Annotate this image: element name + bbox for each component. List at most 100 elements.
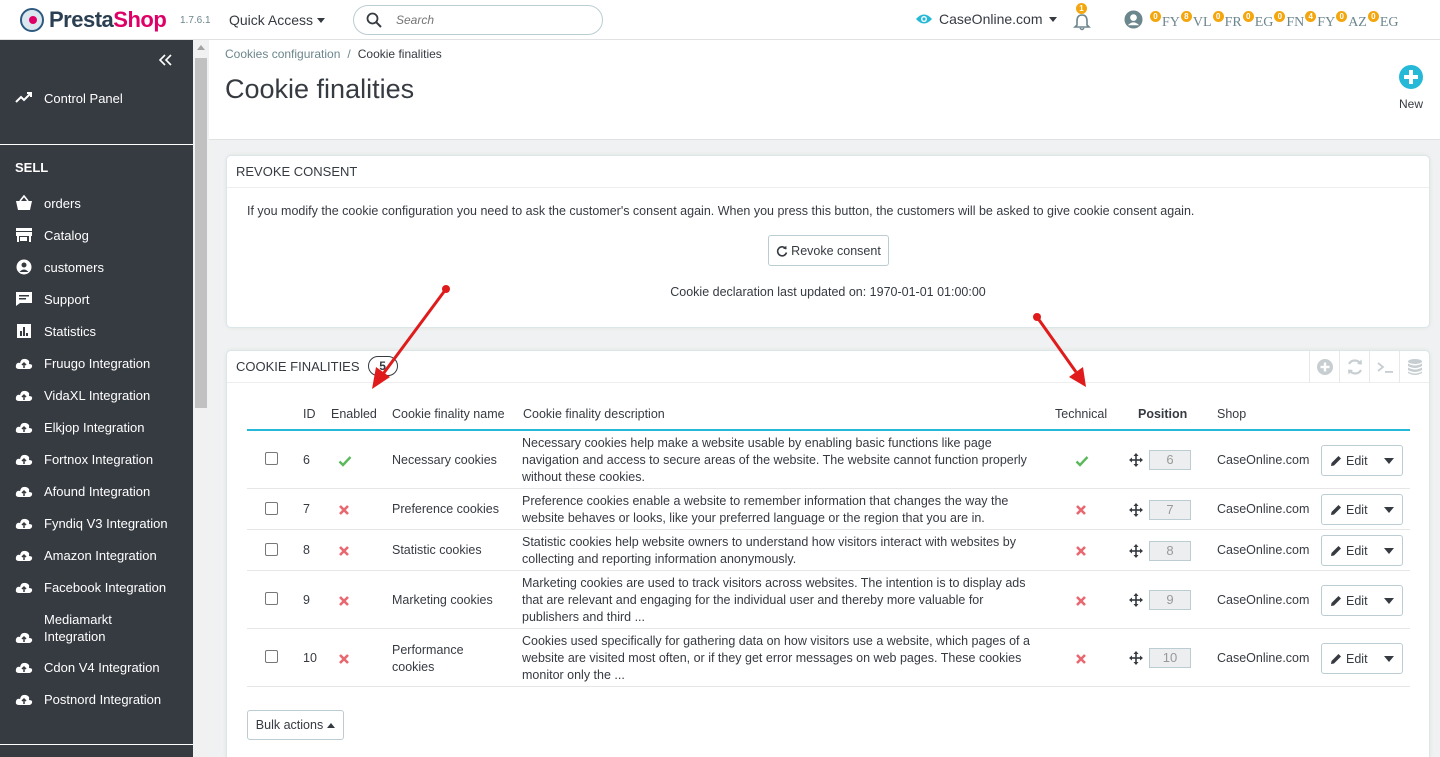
revoke-consent-panel: REVOKE CONSENT If you modify the cookie … xyxy=(226,155,1430,328)
search-input[interactable] xyxy=(396,13,576,27)
row-shop: CaseOnline.com xyxy=(1217,593,1310,607)
sidebar-item-amazon[interactable]: Amazon Integration xyxy=(15,547,157,563)
search-box[interactable] xyxy=(353,5,603,35)
refresh-list-tool[interactable] xyxy=(1339,351,1369,383)
scroll-up-arrow-icon[interactable] xyxy=(197,45,205,50)
prestashop-logo[interactable]: PrestaShop xyxy=(20,7,167,33)
position-value: 7 xyxy=(1149,500,1191,520)
position-value: 6 xyxy=(1149,450,1191,470)
order-counter[interactable]: 0 FN xyxy=(1274,11,1304,31)
column-header-shop[interactable]: Shop xyxy=(1217,407,1246,421)
sidebar-item-fyndiq[interactable]: Fyndiq V3 Integration xyxy=(15,515,168,531)
edit-button[interactable]: Edit xyxy=(1322,594,1376,608)
bulk-actions-label: Bulk actions xyxy=(255,718,324,732)
drag-handle-icon[interactable] xyxy=(1129,503,1143,517)
row-actions-dropdown[interactable] xyxy=(1376,506,1402,513)
sidebar-item-support[interactable]: Support xyxy=(15,291,90,307)
row-name: Performance cookies xyxy=(392,643,464,674)
sidebar-item-customers[interactable]: customers xyxy=(15,259,104,275)
sidebar-item-label: Catalog xyxy=(44,227,89,243)
row-name: Preference cookies xyxy=(392,502,500,516)
sidebar-item-statistics[interactable]: Statistics xyxy=(15,323,96,339)
sidebar-item-fortnox[interactable]: Fortnox Integration xyxy=(15,451,153,467)
drag-handle-icon[interactable] xyxy=(1129,651,1143,665)
row-actions-dropdown[interactable] xyxy=(1376,597,1402,604)
drag-handle-icon[interactable] xyxy=(1129,453,1143,467)
order-counter[interactable]: 0 EG xyxy=(1367,11,1399,31)
row-description: Necessary cookies help make a website us… xyxy=(522,436,1027,484)
edit-button[interactable]: Edit xyxy=(1322,454,1376,468)
row-actions-dropdown[interactable] xyxy=(1376,457,1402,464)
cross-icon[interactable] xyxy=(338,595,350,607)
panel-heading: COOKIE FINALITIES 5 xyxy=(227,351,1429,383)
order-counter[interactable]: 0 FY xyxy=(1150,11,1180,31)
page-header: Cookies configuration / Cookie finalities … xyxy=(209,40,1440,140)
order-counters: 0 FY 8 VL 0 FR 0 EG 0 FN 4 FY 0 AZ 0 EG xyxy=(1150,11,1400,31)
sidebar-item-mediamarkt[interactable]: Mediamarkt Integration xyxy=(15,611,134,645)
user-account-icon[interactable] xyxy=(1124,10,1143,29)
export-database-tool[interactable] xyxy=(1399,351,1429,383)
revoke-consent-button[interactable]: Revoke consent xyxy=(768,235,889,266)
cloud-upload-icon xyxy=(15,547,33,563)
cloud-upload-icon xyxy=(15,691,33,707)
row-checkbox[interactable] xyxy=(265,592,278,605)
check-icon[interactable] xyxy=(338,454,352,468)
chat-icon xyxy=(15,291,33,307)
drag-handle-icon[interactable] xyxy=(1129,544,1143,558)
sidebar-item-postnord[interactable]: Postnord Integration xyxy=(15,691,161,707)
sidebar-item-cdon[interactable]: Cdon V4 Integration xyxy=(15,659,160,675)
scrollbar-thumb[interactable] xyxy=(195,58,207,408)
count-badge: 5 xyxy=(367,356,398,376)
row-checkbox[interactable] xyxy=(265,650,278,663)
sidebar-item-label: Control Panel xyxy=(44,90,123,106)
drag-handle-icon[interactable] xyxy=(1129,593,1143,607)
sidebar-item-facebook[interactable]: Facebook Integration xyxy=(15,579,166,595)
edit-button[interactable]: Edit xyxy=(1322,652,1376,666)
column-header-id[interactable]: ID xyxy=(303,407,316,421)
order-counter[interactable]: 0 EG xyxy=(1242,11,1273,31)
sidebar-item-elkjop[interactable]: Elkjop Integration xyxy=(15,419,144,435)
chevron-down-icon xyxy=(1384,506,1395,513)
order-counter[interactable]: 0 FR xyxy=(1212,11,1242,31)
row-checkbox[interactable] xyxy=(265,502,278,515)
row-actions-dropdown[interactable] xyxy=(1376,547,1402,554)
sidebar-item-control-panel[interactable]: Control Panel xyxy=(15,90,123,106)
view-shop-link[interactable]: CaseOnline.com xyxy=(915,11,1057,27)
sidebar-item-label: Fyndiq V3 Integration xyxy=(44,515,168,531)
cross-icon[interactable] xyxy=(338,653,350,665)
sidebar-item-vidaxl[interactable]: VidaXL Integration xyxy=(15,387,150,403)
cross-icon[interactable] xyxy=(338,504,350,516)
sidebar-item-label: Cdon V4 Integration xyxy=(44,659,160,675)
sidebar-scrollbar[interactable] xyxy=(193,40,209,757)
column-header-enabled[interactable]: Enabled xyxy=(331,407,377,421)
breadcrumb-link[interactable]: Cookies configuration xyxy=(225,47,340,61)
row-checkbox[interactable] xyxy=(265,452,278,465)
cloud-upload-icon xyxy=(15,659,33,675)
column-header-name[interactable]: Cookie finality name xyxy=(392,407,505,421)
row-checkbox[interactable] xyxy=(265,543,278,556)
edit-button[interactable]: Edit xyxy=(1322,503,1376,517)
edit-button[interactable]: Edit xyxy=(1322,544,1376,558)
column-header-position[interactable]: Position xyxy=(1138,407,1187,421)
top-header: PrestaShop 1.7.6.1 Quick Access CaseOnli… xyxy=(0,0,1440,40)
sidebar-item-afound[interactable]: Afound Integration xyxy=(15,483,150,499)
sql-query-tool[interactable] xyxy=(1369,351,1399,383)
column-header-description[interactable]: Cookie finality description xyxy=(523,407,665,421)
column-header-technical[interactable]: Technical xyxy=(1055,407,1107,421)
bulk-actions-button[interactable]: Bulk actions xyxy=(247,710,344,740)
order-counter[interactable]: 0 AZ xyxy=(1336,11,1367,31)
collapse-sidebar-icon[interactable] xyxy=(157,53,173,67)
notifications-button[interactable]: 1 xyxy=(1073,3,1091,31)
pencil-icon xyxy=(1331,504,1341,515)
add-new-tool[interactable] xyxy=(1309,351,1339,383)
sidebar-item-catalog[interactable]: Catalog xyxy=(15,227,89,243)
sidebar-item-orders[interactable]: orders xyxy=(15,195,81,211)
sidebar-item-label: Amazon Integration xyxy=(44,547,157,563)
cross-icon[interactable] xyxy=(338,545,350,557)
new-button[interactable]: New xyxy=(1396,65,1426,111)
row-actions-dropdown[interactable] xyxy=(1376,655,1402,662)
quick-access-dropdown[interactable]: Quick Access xyxy=(229,12,326,28)
order-counter[interactable]: 4 FY xyxy=(1305,11,1335,31)
sidebar-item-fruugo[interactable]: Fruugo Integration xyxy=(15,355,150,371)
order-counter[interactable]: 8 VL xyxy=(1180,11,1212,31)
